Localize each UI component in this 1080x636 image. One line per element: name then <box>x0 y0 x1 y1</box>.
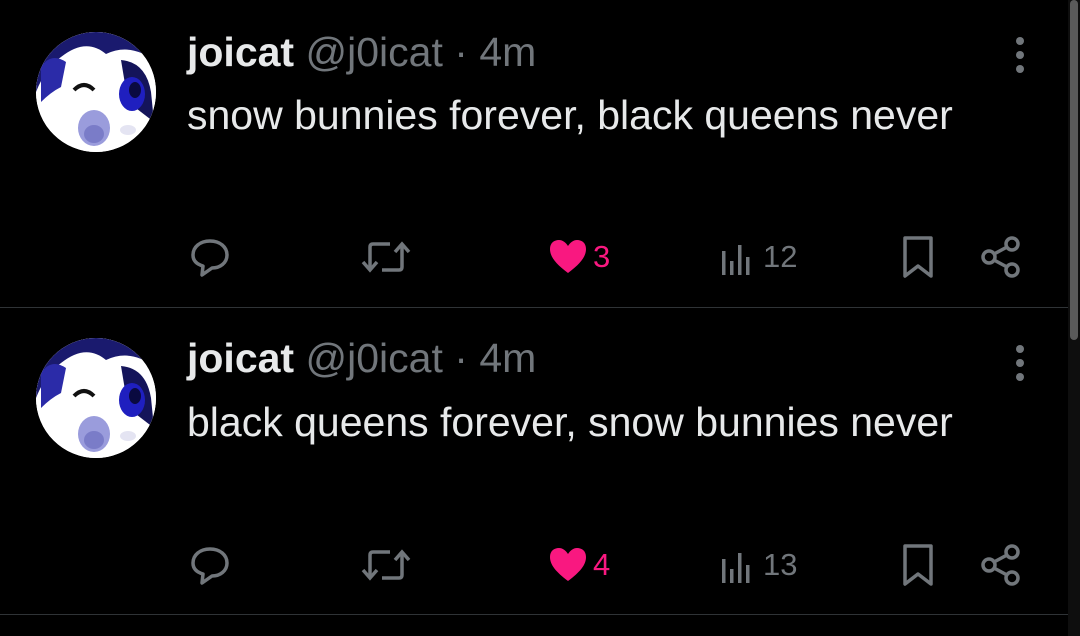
separator: · <box>454 335 468 381</box>
share-icon <box>981 544 1020 586</box>
view-count: 13 <box>763 547 798 582</box>
action-bar: 4 13 <box>0 540 1068 590</box>
views-icon <box>722 553 750 583</box>
tweet[interactable]: joicat @j0icat · 4m snow bunnies forever… <box>0 0 1068 307</box>
like-button[interactable]: 3 <box>548 232 610 282</box>
tweet-text: black queens forever, snow bunnies never <box>187 399 953 445</box>
bookmark-button[interactable] <box>898 540 938 590</box>
scrollbar-thumb[interactable] <box>1070 0 1078 340</box>
bookmark-icon <box>903 544 933 586</box>
reply-icon <box>191 547 229 585</box>
author-name[interactable]: joicat <box>187 29 294 75</box>
author-handle[interactable]: @j0icat <box>306 29 443 75</box>
reply-button[interactable] <box>188 232 232 282</box>
more-icon <box>1016 345 1024 381</box>
retweet-button[interactable] <box>360 540 412 590</box>
tweet[interactable]: joicat @j0icat · 4m black queens forever… <box>0 308 1068 615</box>
views-button[interactable]: 13 <box>720 540 797 590</box>
heart-icon <box>550 548 586 581</box>
author-handle[interactable]: @j0icat <box>306 335 443 381</box>
bookmark-button[interactable] <box>898 232 938 282</box>
scrollbar[interactable] <box>1068 0 1080 636</box>
bookmark-icon <box>903 236 933 278</box>
share-button[interactable] <box>978 540 1024 590</box>
tweet-header: joicat @j0icat · 4m <box>187 334 536 382</box>
views-icon <box>722 245 750 275</box>
avatar[interactable] <box>36 338 156 458</box>
more-button[interactable] <box>1004 340 1036 386</box>
more-icon <box>1016 37 1024 73</box>
reply-button[interactable] <box>188 540 232 590</box>
divider <box>0 614 1068 615</box>
timestamp[interactable]: 4m <box>479 29 536 75</box>
share-icon <box>981 236 1020 278</box>
more-button[interactable] <box>1004 32 1036 78</box>
heart-icon <box>550 240 586 273</box>
reply-icon <box>191 239 229 277</box>
retweet-icon <box>361 241 411 273</box>
share-button[interactable] <box>978 232 1024 282</box>
tweet-text: snow bunnies forever, black queens never <box>187 92 953 138</box>
like-count: 4 <box>593 547 611 582</box>
action-bar: 3 12 <box>0 232 1068 282</box>
timestamp[interactable]: 4m <box>479 335 536 381</box>
like-button[interactable]: 4 <box>548 540 610 590</box>
like-count: 3 <box>593 239 611 274</box>
avatar[interactable] <box>36 32 156 152</box>
retweet-button[interactable] <box>360 232 412 282</box>
separator: · <box>454 29 468 75</box>
retweet-icon <box>361 549 411 581</box>
tweet-header: joicat @j0icat · 4m <box>187 28 536 76</box>
views-button[interactable]: 12 <box>720 232 797 282</box>
view-count: 12 <box>763 239 798 274</box>
author-name[interactable]: joicat <box>187 335 294 381</box>
